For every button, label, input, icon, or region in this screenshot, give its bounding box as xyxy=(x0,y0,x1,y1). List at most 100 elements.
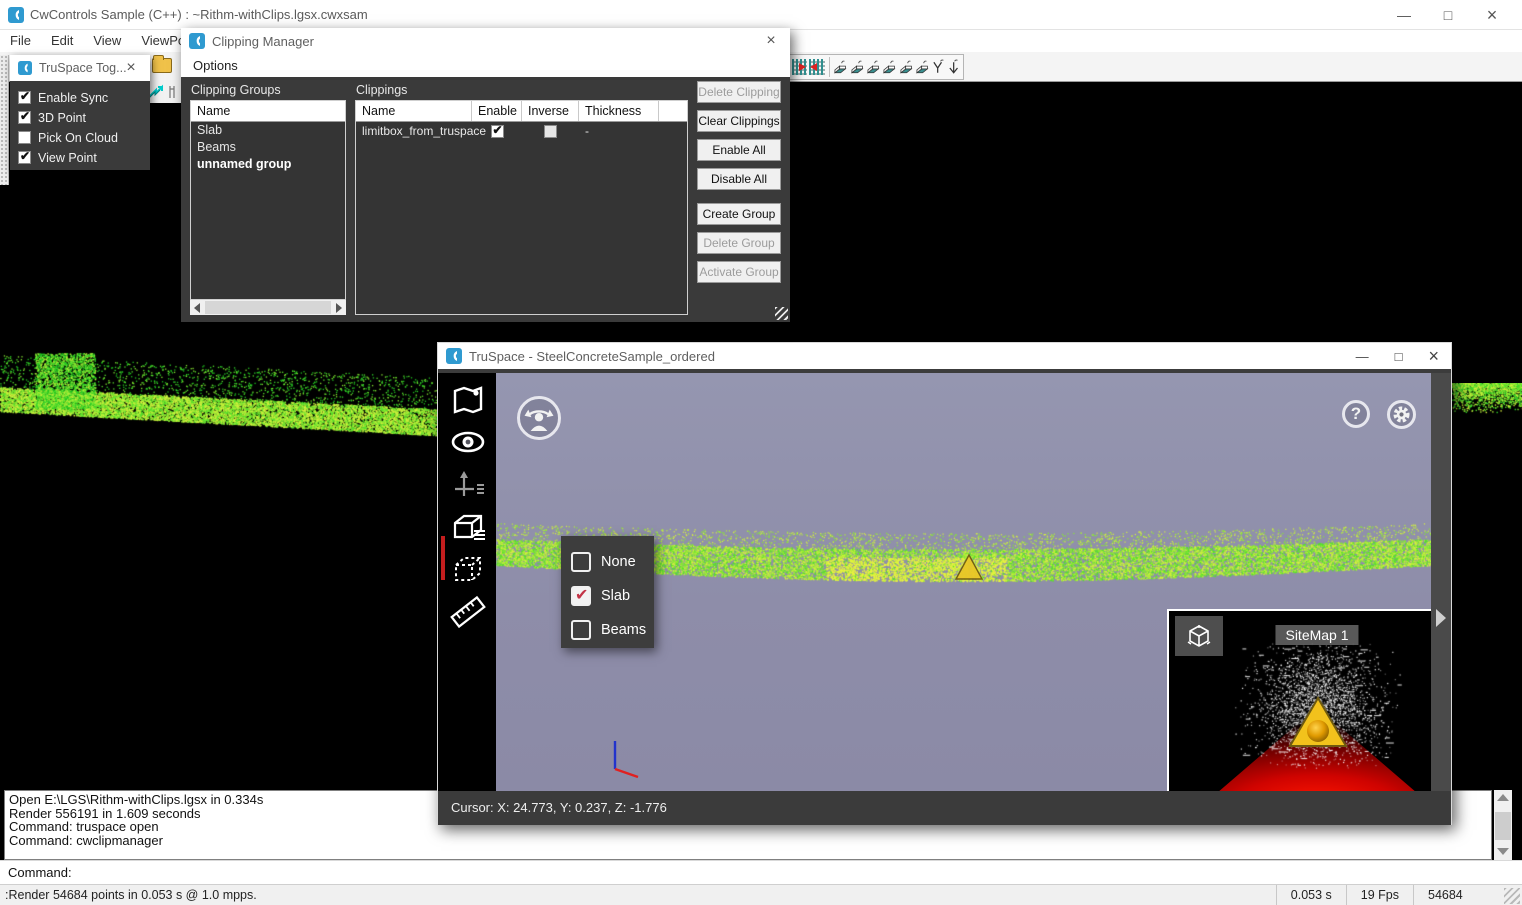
inverse-checkbox[interactable] xyxy=(544,125,557,138)
clipping-tool-icon[interactable] xyxy=(450,511,486,545)
clip-box-icon-3[interactable] xyxy=(866,59,880,76)
limitbox-export-icon[interactable] xyxy=(792,59,807,75)
desktop: CwControls Sample (C++) : ~Rithm-withCli… xyxy=(0,0,1522,905)
scroll-right-icon[interactable] xyxy=(336,303,342,313)
delete-group-button[interactable]: Delete Group xyxy=(697,232,781,254)
truspace-toggles-panel: TruSpace Tog... × Enable Sync 3D Point P… xyxy=(10,55,150,170)
sitemap-tool-icon[interactable] xyxy=(450,383,486,417)
toggles-titlebar[interactable]: TruSpace Tog... × xyxy=(10,55,150,81)
scroll-thumb[interactable] xyxy=(205,301,331,314)
limitbox-tool-icon[interactable] xyxy=(450,553,486,587)
maximize-icon[interactable]: □ xyxy=(1395,349,1403,364)
close-icon[interactable]: × xyxy=(1428,346,1439,367)
checkbox[interactable] xyxy=(571,620,591,640)
log-line: Command: cwclipmanager xyxy=(9,834,1487,848)
pick-tool-icon[interactable] xyxy=(931,59,944,76)
toggle-3d-point[interactable]: 3D Point xyxy=(18,108,150,127)
checkbox[interactable] xyxy=(18,131,31,144)
clipping-manager-title: Clipping Manager xyxy=(212,34,314,49)
disable-all-button[interactable]: Disable All xyxy=(697,168,781,190)
viewpoint-marker-icon[interactable] xyxy=(954,553,984,581)
close-icon[interactable]: × xyxy=(118,55,144,81)
clear-clippings-button[interactable]: Clear Clippings xyxy=(697,110,781,132)
toggle-enable-sync[interactable]: Enable Sync xyxy=(18,88,150,107)
menu-view[interactable]: View xyxy=(83,30,131,52)
toggle-view-point[interactable]: View Point xyxy=(18,148,150,167)
scroll-left-icon[interactable] xyxy=(194,303,200,313)
truspace-titlebar[interactable]: TruSpace - SteelConcreteSample_ordered —… xyxy=(438,343,1451,369)
move-axis-icon[interactable] xyxy=(450,469,486,503)
view-eye-icon[interactable] xyxy=(450,425,486,459)
orbit-mode-button[interactable] xyxy=(517,396,561,440)
popup-item-slab[interactable]: Slab xyxy=(571,580,654,612)
clipping-manager-titlebar[interactable]: Clipping Manager × xyxy=(181,28,790,54)
scroll-thumb[interactable] xyxy=(1495,812,1511,840)
command-input[interactable]: Command: xyxy=(0,860,1522,884)
clipping-row[interactable]: limitbox_from_truspace - xyxy=(356,122,687,141)
close-icon[interactable]: × xyxy=(758,28,784,54)
popup-item-beams[interactable]: Beams xyxy=(571,614,654,646)
minimize-icon[interactable]: — xyxy=(1382,0,1426,30)
clipping-thickness: - xyxy=(579,123,659,140)
clippings-table-header: Name Enable Inverse Thickness xyxy=(356,101,687,122)
sitemap-position-marker-icon[interactable] xyxy=(1287,695,1349,749)
measure-ruler-icon[interactable] xyxy=(450,595,486,629)
groups-hscrollbar[interactable] xyxy=(190,300,346,315)
clip-box-icon-2[interactable] xyxy=(850,59,864,76)
delete-clipping-button[interactable]: Delete Clipping xyxy=(697,81,781,103)
enable-all-button[interactable]: Enable All xyxy=(697,139,781,161)
resize-grip-icon[interactable] xyxy=(1504,888,1520,904)
truspace-viewport[interactable]: ? None Slab xyxy=(496,373,1431,791)
expand-panel-icon[interactable] xyxy=(1436,609,1446,627)
scroll-down-icon[interactable] xyxy=(1497,848,1509,855)
menu-file[interactable]: File xyxy=(0,30,41,52)
close-icon[interactable]: × xyxy=(1470,0,1514,30)
clipping-groups-list[interactable]: Name Slab Beams unnamed group xyxy=(190,100,346,300)
checkbox[interactable] xyxy=(571,586,591,606)
app-logo-icon xyxy=(8,7,24,23)
sitemap-label: SiteMap 1 xyxy=(1275,625,1358,645)
popup-item-label: Beams xyxy=(601,622,646,638)
clip-box-icon-5[interactable] xyxy=(899,59,913,76)
checkbox[interactable] xyxy=(18,151,31,164)
main-window-titlebar[interactable]: CwControls Sample (C++) : ~Rithm-withCli… xyxy=(0,0,1522,30)
group-row-beams[interactable]: Beams xyxy=(191,139,345,156)
checkbox[interactable] xyxy=(571,552,591,572)
group-row-slab[interactable]: Slab xyxy=(191,122,345,139)
app-logo-icon xyxy=(18,61,32,75)
clip-box-icon-4[interactable] xyxy=(882,59,896,76)
menu-edit[interactable]: Edit xyxy=(41,30,83,52)
clipping-manager-menubar: Options xyxy=(181,54,790,77)
clip-box-icon-1[interactable] xyxy=(833,59,847,76)
toolbar-grip-strip[interactable] xyxy=(0,55,9,185)
maximize-icon[interactable]: □ xyxy=(1426,0,1470,30)
open-file-icon[interactable] xyxy=(152,58,172,73)
minimize-icon[interactable]: — xyxy=(1356,349,1369,364)
col-inverse: Inverse xyxy=(522,101,579,121)
sitemap-3d-toggle-button[interactable] xyxy=(1175,616,1223,656)
clipping-name: limitbox_from_truspace xyxy=(356,123,472,140)
drop-tool-icon[interactable] xyxy=(947,59,960,76)
clip-box-icon-6[interactable] xyxy=(915,59,929,76)
clippings-table[interactable]: Name Enable Inverse Thickness limitbox_f… xyxy=(355,100,688,315)
log-scrollbar[interactable] xyxy=(1494,790,1512,860)
menu-options[interactable]: Options xyxy=(181,54,250,77)
partial-tool-icon[interactable] xyxy=(168,83,180,101)
settings-button[interactable] xyxy=(1387,400,1416,429)
limitbox-import-icon[interactable] xyxy=(809,59,824,75)
activate-group-button[interactable]: Activate Group xyxy=(697,261,781,283)
resize-grip-icon[interactable] xyxy=(775,307,788,320)
app-logo-icon xyxy=(446,348,462,364)
checkbox[interactable] xyxy=(18,91,31,104)
col-thickness: Thickness xyxy=(579,101,659,121)
scroll-up-icon[interactable] xyxy=(1497,794,1509,801)
group-row-unnamed[interactable]: unnamed group xyxy=(191,156,345,173)
checkbox[interactable] xyxy=(18,111,31,124)
create-group-button[interactable]: Create Group xyxy=(697,203,781,225)
toggle-pick-on-cloud[interactable]: Pick On Cloud xyxy=(18,128,150,147)
enable-checkbox[interactable] xyxy=(491,125,504,138)
popup-item-none[interactable]: None xyxy=(571,546,654,578)
help-button[interactable]: ? xyxy=(1342,400,1370,428)
sitemap-overlay[interactable]: SiteMap 1 xyxy=(1167,609,1431,791)
clip-group-popup: None Slab Beams xyxy=(561,536,654,648)
